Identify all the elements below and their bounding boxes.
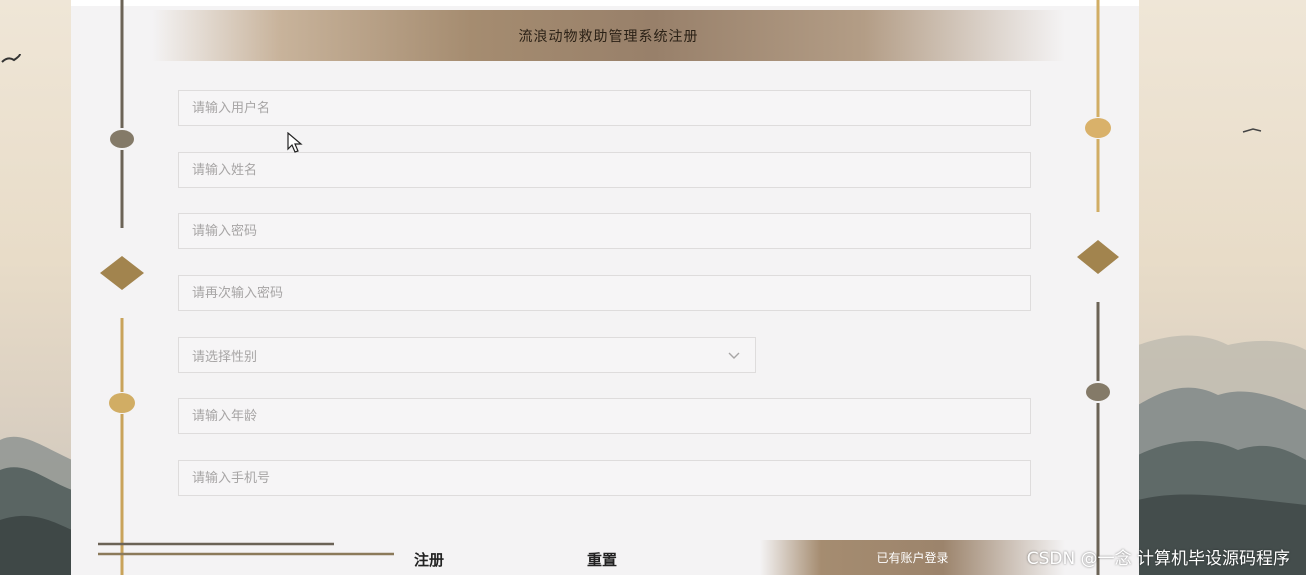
password-input[interactable] — [179, 214, 1030, 248]
panel-top-edge — [71, 0, 1139, 6]
page-title: 流浪动物救助管理系统注册 — [518, 28, 699, 45]
gender-select-placeholder: 请选择性别 — [192, 349, 258, 365]
ornament-dot-icon — [1086, 383, 1110, 401]
bird-icon — [1242, 128, 1262, 133]
register-button[interactable]: 注册 — [414, 549, 444, 570]
phone-field[interactable] — [178, 460, 1031, 496]
page-title-banner: 流浪动物救助管理系统注册 — [152, 10, 1065, 61]
age-field[interactable] — [178, 398, 1031, 434]
arrow-cursor-icon — [287, 132, 303, 153]
phone-input[interactable] — [179, 461, 1030, 495]
left-ornament — [100, 0, 144, 575]
login-link-button[interactable]: 已有账户登录 — [760, 540, 1065, 575]
confirm-password-input[interactable] — [179, 276, 1030, 310]
name-field[interactable] — [178, 152, 1031, 188]
name-input[interactable] — [179, 153, 1030, 187]
gender-select[interactable]: 请选择性别 — [178, 337, 756, 373]
bird-icon — [1, 53, 21, 63]
watermark: CSDN @一念 计算机毕设源码程序 — [1026, 549, 1290, 569]
background-left — [0, 0, 72, 575]
age-input[interactable] — [179, 399, 1030, 433]
background-right — [1138, 0, 1306, 575]
ornament-dot-icon — [110, 130, 134, 148]
ornament-dot-icon — [109, 393, 135, 413]
reset-button[interactable]: 重置 — [587, 549, 617, 570]
username-input[interactable] — [179, 91, 1030, 125]
bottom-line-decoration — [98, 542, 394, 556]
right-ornament — [1077, 0, 1119, 575]
ornament-dot-icon — [1085, 118, 1111, 138]
confirm-password-field[interactable] — [178, 275, 1031, 311]
username-field[interactable] — [178, 90, 1031, 126]
chevron-down-icon — [728, 352, 740, 359]
mountain-scenery-right — [1138, 128, 1306, 575]
diamond-icon — [100, 256, 144, 290]
login-link-label: 已有账户登录 — [876, 551, 949, 565]
password-field[interactable] — [178, 213, 1031, 249]
diamond-icon — [1077, 240, 1119, 274]
mountain-scenery-left — [0, 53, 72, 575]
